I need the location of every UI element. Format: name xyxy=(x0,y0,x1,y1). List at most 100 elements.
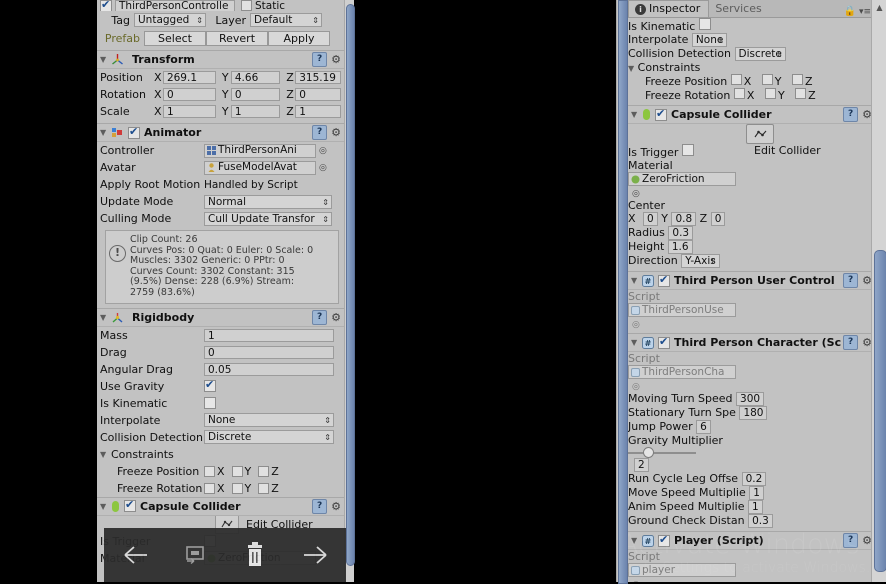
r-freeze-rotation-x-checkbox[interactable] xyxy=(733,88,745,99)
freeze-rotation-z-checkbox[interactable] xyxy=(258,482,270,494)
rigidbody-component-header[interactable]: ▼ Rigidbody ? ⚙ xyxy=(97,307,344,327)
foldout-arrow-icon[interactable]: ▼ xyxy=(631,276,642,285)
help-icon[interactable]: ? xyxy=(312,498,328,514)
r-is-trigger-checkbox[interactable] xyxy=(681,144,694,156)
r-collision-detection-dropdown[interactable]: Discrete ⇕ xyxy=(734,47,786,61)
ground-check-distance-field[interactable]: 0.3 xyxy=(748,514,773,528)
help-icon[interactable]: ? xyxy=(843,335,859,350)
capsule-collider-component-header[interactable]: ▼ Capsule Collider ? ⚙ xyxy=(97,496,344,516)
right-panel-scrollbar-thumb[interactable] xyxy=(874,250,886,572)
gear-icon[interactable]: ⚙ xyxy=(331,54,341,65)
tab-services[interactable]: Services xyxy=(709,1,769,17)
foldout-arrow-icon[interactable]: ▼ xyxy=(100,502,111,511)
moving-turn-speed-field[interactable]: 300 xyxy=(736,392,765,406)
culling-mode-dropdown[interactable]: Cull Update Transfor ⇕ xyxy=(204,211,332,226)
freeze-position-z-checkbox[interactable] xyxy=(258,465,270,477)
gameobject-active-checkbox[interactable] xyxy=(100,0,112,11)
anim-speed-multiplier-field[interactable]: 1 xyxy=(748,500,763,514)
foldout-arrow-icon[interactable]: ▼ xyxy=(628,64,634,73)
back-arrow-icon[interactable] xyxy=(121,542,151,568)
left-panel-scrollbar-thumb[interactable] xyxy=(346,4,355,566)
rotation-x-field[interactable]: 0 xyxy=(162,88,216,101)
center-scrollbar-track[interactable] xyxy=(616,0,628,584)
position-x-field[interactable]: 269.1 xyxy=(162,71,216,84)
lock-icon[interactable]: 🔒 xyxy=(843,6,858,17)
recents-icon[interactable] xyxy=(184,543,210,567)
move-speed-multiplier-field[interactable]: 1 xyxy=(749,486,764,500)
gear-icon[interactable]: ⚙ xyxy=(331,127,341,138)
foldout-arrow-icon[interactable]: ▼ xyxy=(100,313,111,322)
r-edit-collider-button[interactable] xyxy=(746,124,774,144)
user-control-enabled-checkbox[interactable] xyxy=(658,273,670,287)
gravity-multiplier-slider[interactable] xyxy=(628,447,696,458)
user-control-component-header[interactable]: ▼ # Third Person User Control ? ⚙ xyxy=(628,271,875,290)
scroll-up-arrow-icon[interactable]: ▲ xyxy=(872,3,886,12)
r-capsule-enabled-checkbox[interactable] xyxy=(655,107,667,121)
freeze-position-y-checkbox[interactable] xyxy=(231,465,243,477)
center-z-field[interactable]: 0 xyxy=(710,212,726,226)
help-icon[interactable]: ? xyxy=(312,52,328,67)
help-icon[interactable]: ? xyxy=(312,125,328,140)
tag-dropdown[interactable]: Untagged ⇕ xyxy=(134,13,206,27)
r-freeze-rotation-z-checkbox[interactable] xyxy=(795,88,807,99)
capsule-collider-enabled-checkbox[interactable] xyxy=(124,498,136,513)
animator-controller-field[interactable]: ThirdPersonAni xyxy=(204,143,316,158)
transform-component-header[interactable]: ▼ Transform ? ⚙ xyxy=(97,50,344,69)
prefab-select-button[interactable]: Select xyxy=(144,30,206,46)
scale-y-field[interactable]: 1 xyxy=(230,105,281,118)
rigidbody-constraints-foldout[interactable]: ▼ Constraints xyxy=(97,446,344,463)
help-icon[interactable]: ? xyxy=(843,533,859,548)
character-component-header[interactable]: ▼ # Third Person Character (Sc ? ⚙ xyxy=(628,333,875,352)
jump-power-field[interactable]: 6 xyxy=(696,420,711,434)
forward-arrow-icon[interactable] xyxy=(300,542,330,568)
use-gravity-checkbox[interactable] xyxy=(204,378,216,393)
r-freeze-position-x-checkbox[interactable] xyxy=(730,74,742,85)
center-scrollbar-thumb[interactable] xyxy=(618,0,628,584)
mass-field[interactable]: 1 xyxy=(204,328,334,342)
foldout-arrow-icon[interactable]: ▼ xyxy=(631,338,642,347)
left-panel-scrollbar-track[interactable] xyxy=(344,0,355,582)
gear-icon[interactable]: ⚙ xyxy=(331,501,341,512)
freeze-position-x-checkbox[interactable] xyxy=(204,465,215,477)
update-mode-dropdown[interactable]: Normal ⇕ xyxy=(204,194,332,209)
player-enabled-checkbox[interactable] xyxy=(658,533,670,547)
r-interpolate-dropdown[interactable]: None ⇕ xyxy=(691,33,728,47)
foldout-arrow-icon[interactable]: ▼ xyxy=(631,110,642,119)
radius-field[interactable]: 0.3 xyxy=(668,226,694,240)
rotation-z-field[interactable]: 0 xyxy=(295,88,341,101)
position-z-field[interactable]: 315.19 xyxy=(295,71,341,84)
r-freeze-position-y-checkbox[interactable] xyxy=(761,74,773,85)
stationary-turn-speed-field[interactable]: 180 xyxy=(739,406,768,420)
r-constraints-foldout[interactable]: ▼ Constraints xyxy=(628,61,875,74)
trash-icon[interactable] xyxy=(243,541,267,569)
static-checkbox[interactable] xyxy=(241,0,252,11)
scale-z-field[interactable]: 1 xyxy=(295,105,341,118)
is-kinematic-checkbox[interactable] xyxy=(204,397,216,410)
freeze-rotation-x-checkbox[interactable] xyxy=(204,482,215,494)
gear-icon[interactable]: ⚙ xyxy=(331,312,341,323)
layer-dropdown[interactable]: Default ⇕ xyxy=(250,13,322,27)
object-picker-icon[interactable]: ◎ xyxy=(632,189,640,199)
r-capsule-collider-header[interactable]: ▼ Capsule Collider ? ⚙ xyxy=(628,105,875,124)
gravity-multiplier-field[interactable]: 2 xyxy=(634,458,649,472)
animator-enabled-checkbox[interactable] xyxy=(128,125,140,139)
foldout-arrow-icon[interactable]: ▼ xyxy=(100,55,111,64)
r-freeze-rotation-y-checkbox[interactable] xyxy=(764,88,776,99)
gameobject-name-field[interactable]: ThirdPersonControlle xyxy=(115,0,235,11)
direction-dropdown[interactable]: Y-Axis ⇕ xyxy=(681,254,720,268)
height-field[interactable]: 1.6 xyxy=(667,240,693,254)
r-material-field[interactable]: ZeroFriction xyxy=(628,172,736,186)
object-picker-icon[interactable]: ◎ xyxy=(319,146,327,156)
angular-drag-field[interactable]: 0.05 xyxy=(204,362,334,376)
run-cycle-leg-offset-field[interactable]: 0.2 xyxy=(741,472,767,486)
r-is-kinematic-checkbox[interactable] xyxy=(698,18,711,30)
player-component-header[interactable]: ▼ # Player (Script) ? ⚙ xyxy=(628,531,875,550)
animator-avatar-field[interactable]: FuseModelAvat xyxy=(204,160,316,175)
foldout-arrow-icon[interactable]: ▼ xyxy=(100,128,111,137)
position-y-field[interactable]: 4.66 xyxy=(230,71,281,84)
center-y-field[interactable]: 0.8 xyxy=(671,212,697,226)
tab-inspector[interactable]: i Inspector xyxy=(628,0,710,17)
object-picker-icon[interactable]: ◎ xyxy=(319,163,327,173)
foldout-arrow-icon[interactable]: ▼ xyxy=(631,536,642,545)
character-enabled-checkbox[interactable] xyxy=(658,335,670,349)
